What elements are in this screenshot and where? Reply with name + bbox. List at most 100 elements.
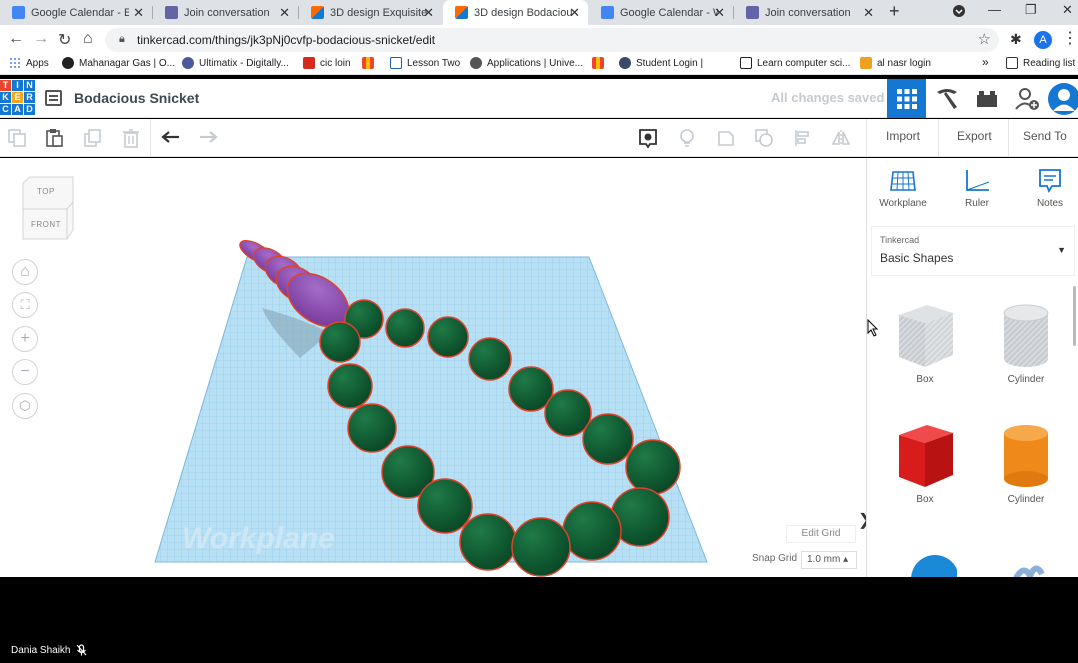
shape-box-solid[interactable]: Box [885, 421, 965, 505]
align-icon[interactable] [793, 128, 813, 148]
bookmark-applications[interactable]: Applications | Unive... [470, 57, 583, 69]
shape-box-hole[interactable]: Box [885, 301, 965, 385]
panel-scrollbar[interactable] [1073, 286, 1076, 346]
design-title[interactable]: Bodacious Snicket [74, 90, 199, 106]
body-sphere[interactable] [347, 403, 397, 453]
reading-list-button[interactable]: Reading list [1006, 57, 1075, 69]
bookmark-cic-loin[interactable]: cic loin [303, 57, 351, 69]
group-icon[interactable] [754, 128, 774, 148]
body-sphere[interactable] [327, 363, 373, 409]
bookmark-office[interactable] [362, 57, 379, 69]
shape-sphere[interactable] [885, 552, 965, 577]
tab-search-icon[interactable] [952, 4, 966, 21]
shape-scribble[interactable] [986, 560, 1066, 577]
dropdown-arrow-icon: ▼ [1057, 245, 1066, 255]
solid-box-icon [899, 425, 953, 487]
invite-user-button[interactable] [1007, 79, 1046, 118]
bookmark-student-login[interactable]: Student Login | [619, 57, 703, 69]
body-sphere[interactable] [582, 413, 634, 465]
3d-view-grid-button[interactable] [887, 79, 926, 118]
close-icon[interactable]: ✕ [279, 5, 290, 21]
tab-3d-design-exquisite[interactable]: 3D design Exquisite Sti ✕ [299, 0, 442, 25]
tinkercad-icon [455, 6, 468, 19]
paste-icon[interactable] [44, 128, 64, 148]
notes-toggle-icon[interactable] [637, 127, 659, 149]
collapse-panel-chevron-icon[interactable]: ❯ [858, 510, 866, 530]
close-icon[interactable]: ✕ [133, 5, 144, 21]
tab-google-calendar-2[interactable]: Google Calendar - We ✕ [589, 0, 733, 25]
bricks-button[interactable] [967, 79, 1006, 118]
close-icon[interactable]: ✕ [714, 5, 725, 21]
body-sphere[interactable] [385, 308, 425, 348]
bookmark-lesson-two[interactable]: Lesson Two [390, 57, 460, 69]
mirror-icon[interactable] [831, 128, 851, 148]
body-sphere[interactable] [319, 321, 361, 363]
export-button[interactable]: Export [957, 129, 992, 143]
send-to-button[interactable]: Send To [1023, 129, 1067, 143]
body-sphere[interactable] [511, 517, 571, 577]
tab-join-conversation-2[interactable]: Join conversation ✕ [734, 0, 882, 25]
shape-label: Cylinder [1007, 494, 1045, 505]
new-tab-plus-icon[interactable]: + [889, 1, 900, 22]
minecraft-pickaxe-button[interactable] [927, 79, 966, 118]
light-bulb-icon[interactable] [677, 128, 697, 148]
bookmark-label: Learn computer sci... [757, 57, 851, 69]
body-sphere[interactable] [544, 389, 592, 437]
bookmark-mahanagar-gas[interactable]: Mahanagar Gas | O... [62, 57, 175, 69]
extensions-puzzle-icon[interactable]: ✱ [1010, 31, 1022, 48]
workspace-canvas[interactable]: TOP FRONT ⌂ ⛶ + − ⬡ Workplane Edit Grid … [0, 158, 866, 577]
duplicate-icon[interactable] [83, 128, 103, 148]
browser-menu-icon[interactable]: ⋮ [1062, 28, 1078, 48]
bookmark-star-icon[interactable]: ☆ [978, 30, 991, 48]
delete-trash-icon[interactable] [121, 128, 141, 148]
close-icon[interactable]: ✕ [423, 5, 434, 21]
back-arrow-icon[interactable]: ← [8, 30, 24, 48]
notes-tool[interactable]: Notes [1020, 168, 1078, 209]
reload-icon[interactable]: ↻ [58, 30, 71, 50]
body-sphere[interactable] [468, 337, 512, 381]
bookmark-office-2[interactable] [592, 57, 609, 69]
maximize-icon[interactable]: ❐ [1025, 2, 1037, 18]
profile-avatar[interactable]: A [1034, 31, 1052, 49]
minimize-icon[interactable]: — [988, 2, 1001, 17]
shape-cylinder-solid[interactable]: Cylinder [986, 421, 1066, 505]
tab-join-conversation-1[interactable]: Join conversation ✕ [153, 0, 298, 25]
close-icon[interactable]: ✕ [863, 5, 874, 21]
edit-grid-button[interactable]: Edit Grid [786, 525, 856, 543]
shape-cylinder-hole[interactable]: Cylinder [986, 301, 1066, 385]
logo-letter: K [0, 92, 11, 103]
window-close-icon[interactable]: ✕ [1062, 2, 1073, 18]
snap-grid-select[interactable]: 1.0 mm ▴ [801, 551, 857, 569]
tab-title: 3D design Bodacious S [474, 6, 572, 19]
bookmark-learn-cs[interactable]: Learn computer sci... [740, 57, 850, 69]
bookmark-apps[interactable]: Apps [9, 57, 49, 69]
body-sphere[interactable] [427, 316, 469, 358]
address-bar[interactable]: 🔒︎ tinkercad.com/things/jk3pNj0cvfp-boda… [105, 28, 999, 52]
design-menu-icon[interactable] [45, 90, 62, 106]
bookmark-ultimatix[interactable]: Ultimatix - Digitally... [182, 57, 289, 69]
body-sphere[interactable] [417, 478, 473, 534]
body-sphere[interactable] [562, 501, 622, 561]
bookmark-al-nasr[interactable]: al nasr login [860, 57, 931, 69]
scene-3d[interactable]: Workplane [0, 158, 866, 577]
tinkercad-logo[interactable]: T I N K E R C A D [0, 80, 35, 117]
shape-solid-icon[interactable] [716, 128, 736, 148]
home-icon[interactable]: ⌂ [83, 30, 93, 48]
ruler-tool[interactable]: Ruler [947, 168, 1007, 209]
workplane-tool[interactable]: Workplane [873, 168, 933, 209]
body-sphere[interactable] [459, 513, 517, 571]
user-avatar-button[interactable] [1044, 79, 1078, 118]
import-button[interactable]: Import [886, 129, 920, 143]
redo-icon[interactable] [198, 128, 218, 148]
shape-library-select[interactable]: Tinkercad Basic Shapes ▼ [871, 226, 1075, 276]
body-sphere[interactable] [625, 439, 681, 495]
toolbar-divider [150, 119, 151, 157]
undo-icon[interactable] [161, 128, 181, 148]
forward-arrow-icon[interactable]: → [33, 30, 49, 48]
more-bookmarks-chevron-icon[interactable]: » [982, 55, 989, 69]
toolbar-divider [1008, 119, 1009, 157]
close-icon[interactable]: ✕ [569, 5, 580, 21]
copy-icon[interactable] [7, 128, 27, 148]
tab-google-calendar-1[interactable]: Google Calendar - Eve ✕ [0, 0, 152, 25]
tab-3d-design-bodacious[interactable]: 3D design Bodacious S ✕ [443, 0, 588, 25]
